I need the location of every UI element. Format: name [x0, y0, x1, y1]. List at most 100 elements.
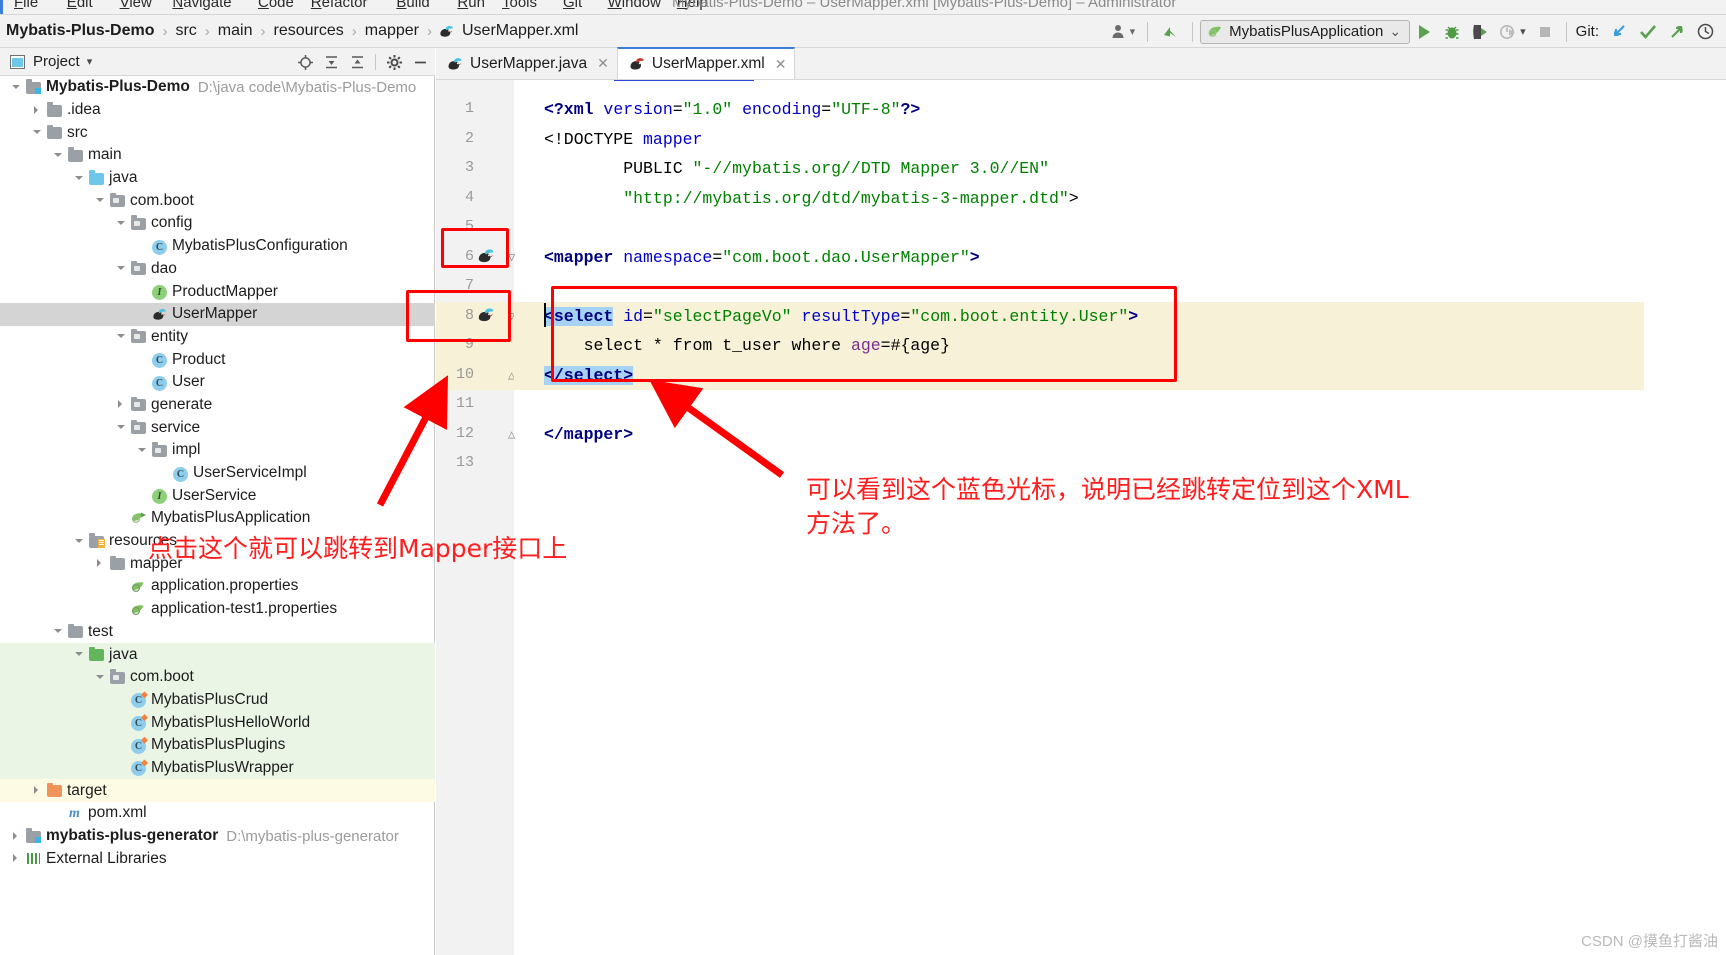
breadcrumb-item-5[interactable]: UserMapper.xml: [460, 22, 580, 40]
chevron-down-icon[interactable]: [115, 262, 128, 275]
chevron-right-icon[interactable]: [94, 557, 107, 570]
chevron-down-icon[interactable]: [115, 421, 128, 434]
code-line-8[interactable]: <select id="selectPageVo" resultType="co…: [544, 306, 1138, 326]
tree-node-user[interactable]: C User: [0, 371, 435, 394]
hide-window-icon[interactable]: [409, 51, 431, 73]
tree-node-main[interactable]: main: [0, 144, 435, 167]
mybatis-navigate-icon[interactable]: [476, 305, 496, 330]
chevron-down-icon[interactable]: [10, 81, 23, 94]
tree-node-src[interactable]: src: [0, 121, 435, 144]
tree-node-service[interactable]: service: [0, 416, 435, 439]
chevron-down-icon[interactable]: [115, 217, 128, 230]
tree-node-target[interactable]: target: [0, 779, 435, 802]
chevron-right-icon[interactable]: [115, 398, 128, 411]
tree-node-mybatis-plus-demo[interactable]: Mybatis-Plus-Demo D:\java code\Mybatis-Pl…: [0, 76, 435, 99]
tree-node-mybatispluswrapper[interactable]: C MybatisPlusWrapper: [0, 756, 435, 780]
run-play-icon[interactable]: [1410, 19, 1438, 45]
stop-square-icon[interactable]: [1531, 19, 1559, 45]
menu-item-window[interactable]: Window: [608, 0, 661, 11]
tree-node-generate[interactable]: generate: [0, 394, 435, 417]
editor-tab-usermapper-xml[interactable]: UserMapper.xml ✕: [616, 47, 796, 79]
menu-item-run[interactable]: Run: [457, 0, 485, 11]
tree-node-userserviceimpl[interactable]: C UserServiceImpl: [0, 462, 435, 485]
chevron-right-icon[interactable]: [31, 104, 44, 117]
tree-node-com-boot[interactable]: com.boot: [0, 665, 435, 689]
tree-node-impl[interactable]: impl: [0, 439, 435, 462]
menu-item-view[interactable]: View: [120, 0, 152, 11]
chevron-down-icon[interactable]: [94, 194, 107, 207]
tree-node-entity[interactable]: entity: [0, 326, 435, 349]
mybatis-navigate-icon[interactable]: [476, 246, 496, 271]
chevron-down-icon[interactable]: [73, 535, 86, 548]
tree-node--idea[interactable]: .idea: [0, 99, 435, 122]
editor-tabs[interactable]: UserMapper.java ✕ UserMapper.xml ✕: [436, 47, 1726, 80]
expand-all-icon[interactable]: [320, 51, 342, 73]
tree-node-product[interactable]: C Product: [0, 348, 435, 371]
git-pull-icon[interactable]: [1605, 19, 1633, 45]
run-configuration-selector[interactable]: MybatisPlusApplication ⌄: [1200, 19, 1411, 44]
tree-node-mybatisplusapplication[interactable]: MybatisPlusApplication: [0, 507, 435, 530]
code-content[interactable]: <?xml version="1.0" encoding="UTF-8"?> <!…: [514, 80, 1726, 955]
update-project-icon[interactable]: [1155, 19, 1185, 45]
code-line-9[interactable]: select * from t_user where age=#{age}: [544, 336, 950, 355]
settings-gear-icon[interactable]: [383, 51, 405, 73]
tree-node-application-test1-properties[interactable]: application-test1.properties: [0, 598, 435, 621]
breadcrumb[interactable]: Mybatis-Plus-Demo › src › main › resources › map…: [0, 22, 580, 40]
breadcrumb-item-2[interactable]: main: [216, 22, 255, 40]
tree-node-config[interactable]: config: [0, 212, 435, 235]
code-line-3[interactable]: PUBLIC "-//mybatis.org//DTD Mapper 3.0//…: [544, 159, 1049, 178]
menu-item-refactor[interactable]: Refactor: [311, 0, 368, 11]
chevron-right-icon[interactable]: [31, 784, 44, 797]
chevron-down-icon[interactable]: [73, 172, 86, 185]
chevron-down-icon[interactable]: [136, 444, 149, 457]
menu-item-file[interactable]: File: [14, 0, 38, 11]
breadcrumb-item-4[interactable]: mapper: [363, 22, 421, 40]
tree-node-mybatispluscrud[interactable]: C MybatisPlusCrud: [0, 688, 435, 712]
profiler-icon[interactable]: ▾: [1494, 19, 1531, 45]
breadcrumb-item-3[interactable]: resources: [271, 22, 345, 40]
tree-node-productmapper[interactable]: I ProductMapper: [0, 280, 435, 303]
chevron-down-icon[interactable]: [94, 671, 107, 684]
git-commit-check-icon[interactable]: [1633, 19, 1663, 45]
tree-node-mybatisplushelloworld[interactable]: C MybatisPlusHelloWorld: [0, 711, 435, 734]
debug-bug-icon[interactable]: [1438, 19, 1466, 45]
tree-node-userservice[interactable]: I UserService: [0, 484, 435, 507]
menu-item-build[interactable]: Build: [396, 0, 429, 11]
tree-node-java[interactable]: java: [0, 167, 435, 190]
code-line-1[interactable]: <?xml version="1.0" encoding="UTF-8"?>: [544, 100, 920, 119]
user-avatar-icon[interactable]: ▾: [1106, 19, 1141, 45]
tree-node-dao[interactable]: dao: [0, 258, 435, 281]
tree-node-com-boot[interactable]: com.boot: [0, 189, 435, 212]
project-tree[interactable]: Mybatis-Plus-Demo D:\java code\Mybatis-Pl…: [0, 76, 435, 955]
menu-item-navigate[interactable]: Navigate: [172, 0, 231, 11]
menu-item-git[interactable]: Git: [563, 0, 582, 11]
menu-item-code[interactable]: Code: [258, 0, 294, 11]
tree-node-external-libraries[interactable]: External Libraries: [0, 847, 435, 870]
locate-icon[interactable]: [294, 51, 316, 73]
tree-node-pom-xml[interactable]: m pom.xml: [0, 802, 435, 825]
tree-node-application-properties[interactable]: application.properties: [0, 575, 435, 598]
git-history-clock-icon[interactable]: [1691, 19, 1720, 45]
menu-item-tools[interactable]: Tools: [502, 0, 537, 11]
collapse-all-icon[interactable]: [346, 51, 368, 73]
project-panel-caret-icon[interactable]: ▾: [87, 55, 93, 68]
git-push-icon[interactable]: [1663, 19, 1691, 45]
tree-node-mybatisplusplugins[interactable]: C MybatisPlusPlugins: [0, 733, 435, 757]
chevron-down-icon[interactable]: [73, 648, 86, 661]
editor-gutter[interactable]: 1 2 3 4 5 6 7 8 9 10 11 12 13 ▽ ▽ △ △: [436, 80, 515, 955]
code-line-2[interactable]: <!DOCTYPE mapper: [544, 130, 702, 149]
close-icon[interactable]: ✕: [597, 55, 609, 72]
tree-node-mybatisplusconfiguration[interactable]: C MybatisPlusConfiguration: [0, 235, 435, 258]
code-line-4[interactable]: "http://mybatis.org/dtd/mybatis-3-mapper…: [544, 189, 1078, 208]
code-line-12[interactable]: </mapper>: [544, 425, 633, 444]
breadcrumb-item-0[interactable]: Mybatis-Plus-Demo: [4, 22, 156, 40]
code-line-10[interactable]: </select>: [544, 365, 634, 385]
chevron-down-icon[interactable]: [52, 149, 65, 162]
tree-node-test[interactable]: test: [0, 621, 435, 644]
chevron-right-icon[interactable]: [10, 830, 23, 843]
tree-node-usermapper[interactable]: UserMapper: [0, 302, 435, 326]
tree-node-java[interactable]: java: [0, 643, 435, 666]
chevron-down-icon[interactable]: [31, 126, 44, 139]
editor-tab-usermapper-java[interactable]: UserMapper.java ✕: [436, 48, 617, 79]
chevron-down-icon[interactable]: [115, 330, 128, 343]
